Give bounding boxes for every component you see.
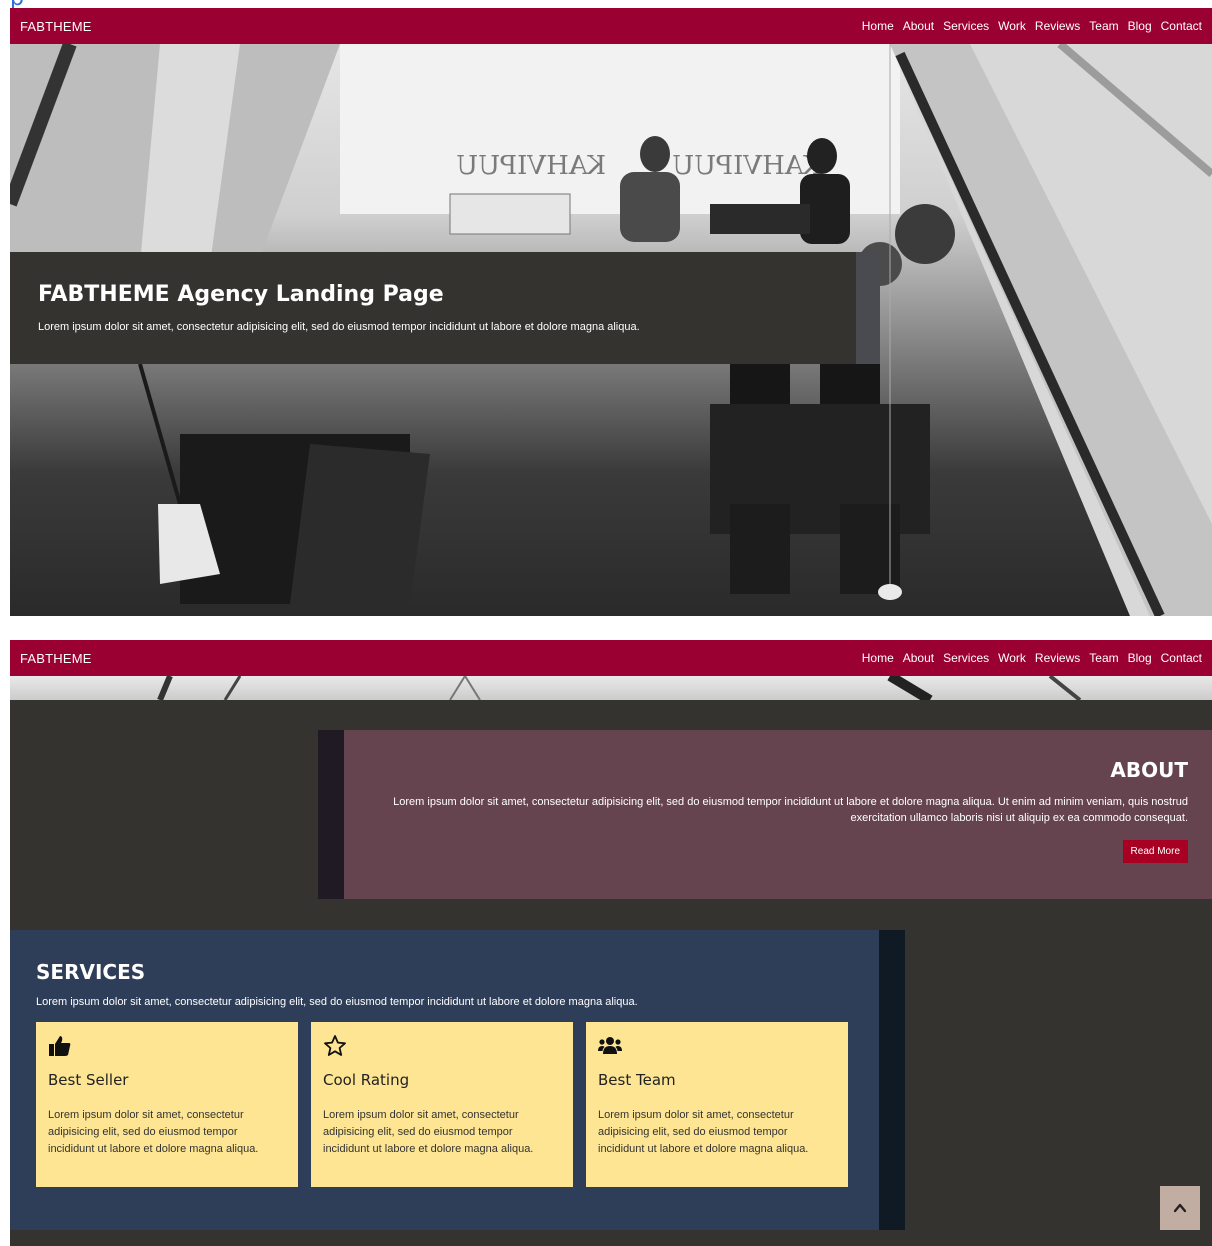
- card-text: Lorem ipsum dolor sit amet, consectetur …: [323, 1109, 534, 1155]
- photo-strip-illustration: [157, 676, 1082, 700]
- navbar: FABTHEME Home About Services Work Review…: [10, 8, 1212, 44]
- card-title: Best Seller: [48, 1071, 129, 1089]
- nav-reviews[interactable]: Reviews: [1035, 19, 1080, 33]
- screenshot-content: FABTHEME Home About Services Work Review…: [10, 640, 1212, 1246]
- card-text: Lorem ipsum dolor sit amet, consectetur …: [598, 1109, 809, 1155]
- screenshot-hero: FABTHEME Home About Services Work Review…: [10, 8, 1212, 616]
- card-title: Cool Rating: [323, 1071, 410, 1089]
- read-more-button[interactable]: Read More: [1122, 840, 1188, 863]
- hero-caption-box: FABTHEME Agency Landing Page Lorem ipsum…: [10, 252, 880, 364]
- nav-reviews[interactable]: Reviews: [1035, 651, 1080, 665]
- service-card-best-team: Best Team Lorem ipsum dolor sit amet, co…: [586, 1022, 848, 1187]
- nav-about[interactable]: About: [903, 19, 934, 33]
- nav-team[interactable]: Team: [1089, 651, 1118, 665]
- nav-blog[interactable]: Blog: [1128, 19, 1152, 33]
- nav-services[interactable]: Services: [943, 651, 989, 665]
- about-title: ABOUT: [1110, 758, 1188, 782]
- nav-home[interactable]: Home: [862, 19, 894, 33]
- hero-text: Lorem ipsum dolor sit amet, consectetur …: [38, 321, 640, 333]
- nav-links: Home About Services Work Reviews Team Bl…: [862, 651, 1202, 665]
- card-text: Lorem ipsum dolor sit amet, consectetur …: [48, 1109, 259, 1155]
- hero-photo-strip: [10, 676, 1212, 700]
- nav-work[interactable]: Work: [998, 19, 1026, 33]
- thumbs-up-icon: [49, 1036, 71, 1056]
- nav-links: Home About Services Work Reviews Team Bl…: [862, 19, 1202, 33]
- services-title: SERVICES: [36, 960, 146, 984]
- nav-home[interactable]: Home: [862, 651, 894, 665]
- users-icon: [598, 1037, 622, 1054]
- service-card-cool-rating: Cool Rating Lorem ipsum dolor sit amet, …: [311, 1022, 573, 1187]
- chevron-up-icon: [1173, 1203, 1187, 1213]
- brand-logo[interactable]: FABTHEME: [20, 19, 92, 34]
- nav-about[interactable]: About: [903, 651, 934, 665]
- navbar-sticky: FABTHEME Home About Services Work Review…: [10, 640, 1212, 676]
- nav-work[interactable]: Work: [998, 651, 1026, 665]
- nav-contact[interactable]: Contact: [1161, 651, 1202, 665]
- nav-blog[interactable]: Blog: [1128, 651, 1152, 665]
- services-section: SERVICES Lorem ipsum dolor sit amet, con…: [10, 930, 905, 1230]
- hero-title: FABTHEME Agency Landing Page: [38, 282, 444, 307]
- scroll-to-top-button[interactable]: [1160, 1186, 1200, 1230]
- brand-logo[interactable]: FABTHEME: [20, 651, 92, 666]
- about-text: Lorem ipsum dolor sit amet, consectetur …: [393, 796, 1188, 824]
- card-title: Best Team: [598, 1071, 676, 1089]
- nav-services[interactable]: Services: [943, 19, 989, 33]
- window-sign-right: KAHVIPUU: [672, 151, 822, 181]
- service-cards: Best Seller Lorem ipsum dolor sit amet, …: [36, 1022, 853, 1187]
- about-section: ABOUT Lorem ipsum dolor sit amet, consec…: [318, 730, 1212, 899]
- services-text: Lorem ipsum dolor sit amet, consectetur …: [36, 996, 638, 1008]
- nav-contact[interactable]: Contact: [1161, 19, 1202, 33]
- nav-team[interactable]: Team: [1089, 19, 1118, 33]
- service-card-best-seller: Best Seller Lorem ipsum dolor sit amet, …: [36, 1022, 298, 1187]
- star-outline-icon: [324, 1035, 346, 1056]
- window-sign-left: KAHVIPUU: [456, 151, 606, 181]
